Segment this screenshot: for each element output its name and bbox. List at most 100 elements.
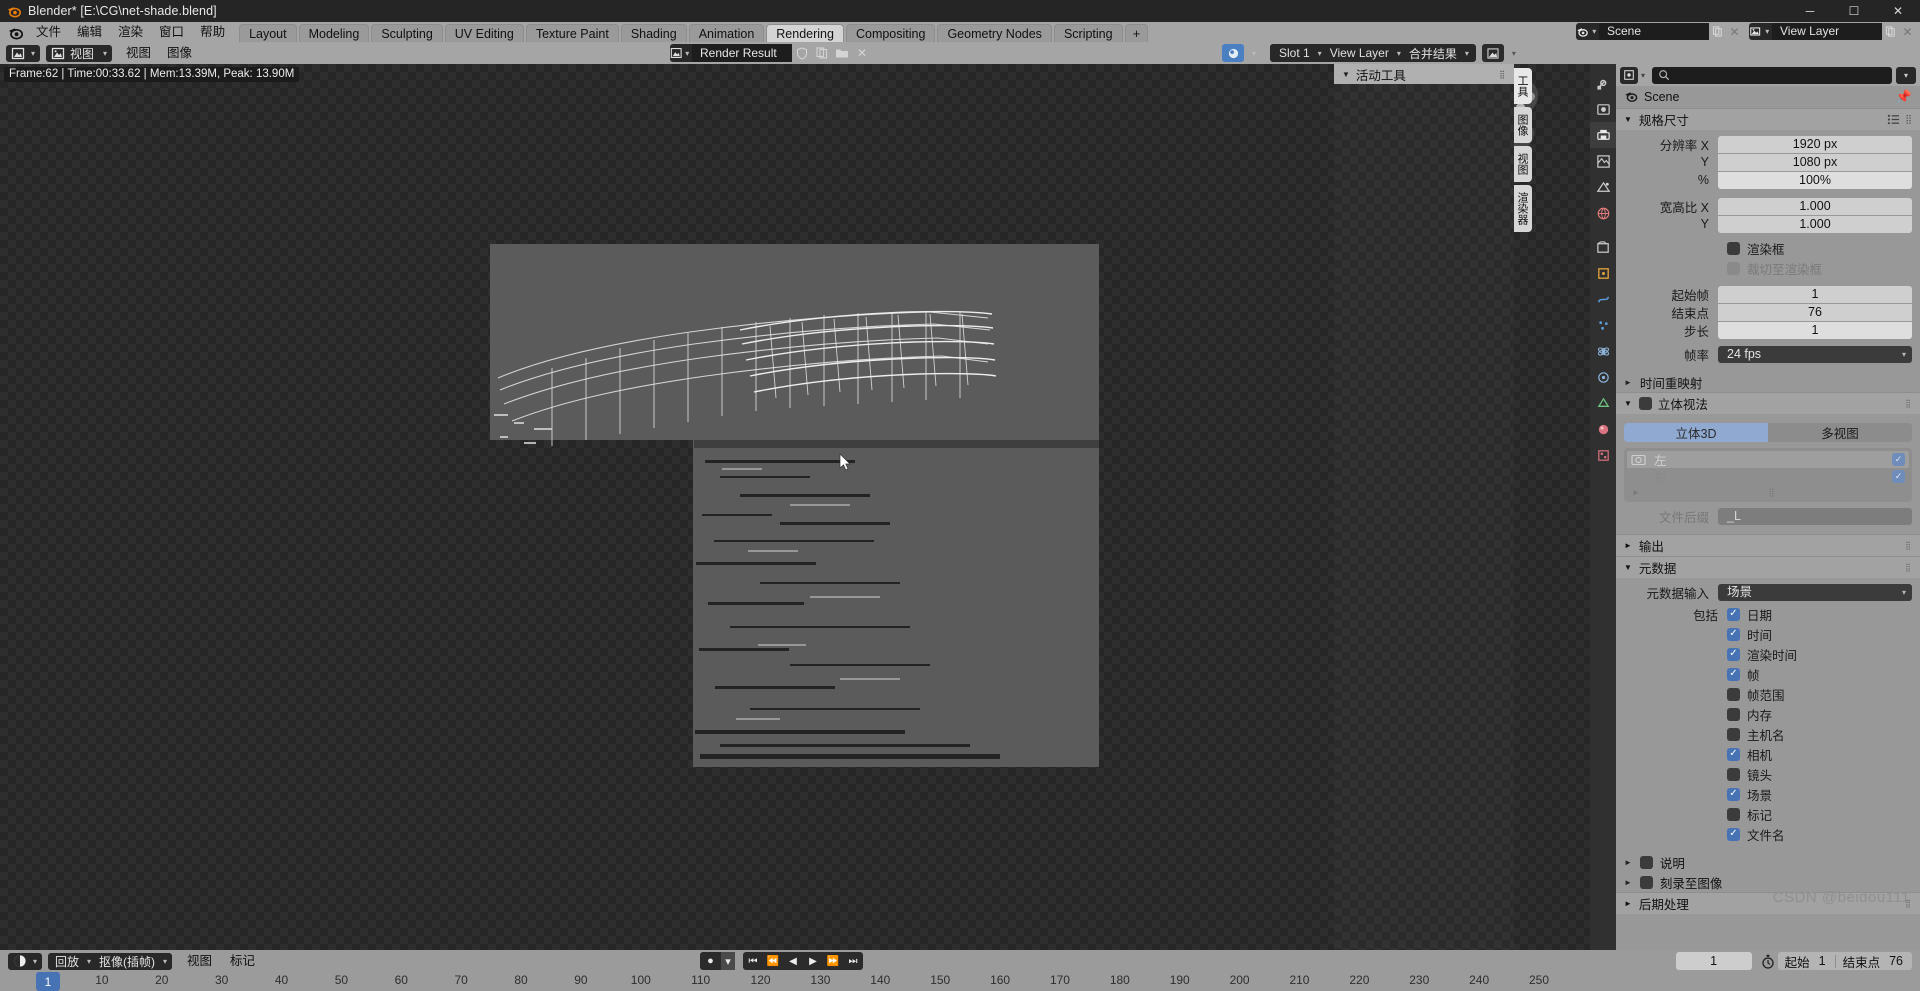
new-view-layer-icon[interactable] xyxy=(1882,23,1899,40)
metadata-note-subpanel[interactable]: ► 说明 xyxy=(1616,852,1920,872)
world-icon[interactable] xyxy=(1590,200,1616,226)
render-slot-value[interactable]: Slot 1 xyxy=(1274,46,1315,60)
timeline-menu-view[interactable]: 视图 xyxy=(178,950,221,972)
render-region-checkbox-row[interactable]: 渲染框 xyxy=(1624,239,1912,257)
scene-icon[interactable]: ▾ xyxy=(1576,23,1599,40)
list-resize-grip-icon[interactable]: ⣿ xyxy=(1769,488,1776,497)
metadata-date-checkbox[interactable]: ✓ xyxy=(1727,607,1740,621)
auto-key-icon[interactable] xyxy=(1758,952,1778,970)
metadata-include-render-time-row[interactable]: ✓ 渲染时间 xyxy=(1624,645,1912,663)
timeline-menu-marker[interactable]: 标记 xyxy=(221,950,264,972)
workspace-tab-animation[interactable]: Animation xyxy=(688,24,765,42)
playback-menu[interactable]: 回放 xyxy=(50,953,84,970)
play-icon[interactable]: ▶ xyxy=(803,952,823,970)
record-icon[interactable]: ● xyxy=(700,952,721,970)
metadata-panel-header[interactable]: ▼ 元数据 ⣿ xyxy=(1616,556,1920,578)
file-suffix-field[interactable]: _L xyxy=(1718,507,1912,525)
stereo-view-left-checkbox[interactable]: ✓ xyxy=(1892,453,1905,466)
render-pass-value[interactable]: 合并结果 xyxy=(1404,45,1462,62)
metadata-include-frame-row[interactable]: ✓ 帧 xyxy=(1624,665,1912,683)
sidebar-tab-renderer[interactable]: 渲染器 xyxy=(1514,185,1532,232)
view-layer-icon[interactable]: ▾ xyxy=(1749,23,1772,40)
close-icon[interactable]: ✕ xyxy=(852,44,872,62)
multiview-segment[interactable]: 多视图 xyxy=(1768,423,1912,442)
metadata-frame-checkbox[interactable]: ✓ xyxy=(1727,667,1740,681)
remove-view-layer-icon[interactable]: ✕ xyxy=(1899,23,1916,40)
texture-icon[interactable] xyxy=(1590,442,1616,468)
image-editor-viewport[interactable]: Frame:62 | Time:00:33.62 | Mem:13.39M, P… xyxy=(0,64,1590,950)
workspace-tab-uv-editing[interactable]: UV Editing xyxy=(444,24,524,42)
metadata-camera-checkbox[interactable]: ✓ xyxy=(1727,747,1740,761)
workspace-tab-sculpting[interactable]: Sculpting xyxy=(371,24,443,42)
metadata-hostname-checkbox[interactable] xyxy=(1727,727,1740,741)
record-options-caret-icon[interactable]: ▾ xyxy=(721,952,735,970)
timeline-editor-type-selector[interactable]: ▾ xyxy=(8,952,42,970)
frame-end-field[interactable]: 76 xyxy=(1718,303,1912,321)
physics-icon[interactable] xyxy=(1590,338,1616,364)
frame-start-value[interactable]: 1 xyxy=(1817,954,1835,968)
collection-icon[interactable] xyxy=(1590,234,1616,260)
metadata-input-dropdown[interactable]: 场景 ▾ xyxy=(1718,583,1912,601)
jump-to-end-icon[interactable]: ⏭ xyxy=(843,952,863,970)
workspace-tab-rendering[interactable]: Rendering xyxy=(766,24,844,42)
metadata-burn-checkbox[interactable] xyxy=(1639,875,1653,889)
pin-icon[interactable]: 📌 xyxy=(1896,89,1912,105)
render-region-checkbox[interactable] xyxy=(1727,241,1740,255)
workspace-tab-geometry-nodes[interactable]: Geometry Nodes xyxy=(937,24,1052,42)
metadata-include-hostname-row[interactable]: 主机名 xyxy=(1624,725,1912,743)
scene-icon[interactable] xyxy=(1590,174,1616,200)
workspace-tab-compositing[interactable]: Compositing xyxy=(845,24,936,42)
shield-icon[interactable] xyxy=(792,44,812,62)
view-layer-icon[interactable] xyxy=(1590,148,1616,174)
sidebar-tab-tool[interactable]: 工具 xyxy=(1514,68,1532,104)
particles-icon[interactable] xyxy=(1590,312,1616,338)
frame-start-field[interactable]: 1 xyxy=(1718,285,1912,303)
frame-end-value[interactable]: 76 xyxy=(1887,954,1912,968)
display-channels-icon[interactable] xyxy=(1481,44,1504,62)
minimize-button[interactable]: ─ xyxy=(1788,0,1832,22)
stereo-3d-segment[interactable]: 立体3D xyxy=(1624,423,1768,442)
jump-to-start-icon[interactable]: ⏮ xyxy=(743,952,763,970)
properties-search-input[interactable] xyxy=(1652,66,1892,84)
metadata-include-frame-range-row[interactable]: 帧范围 xyxy=(1624,685,1912,703)
sidebar-tab-view[interactable]: 视图 xyxy=(1514,146,1532,182)
timeline-ruler[interactable]: 1 10 20 30 40 50 60 70 80 90 100 110 120 130 140 150 16… xyxy=(0,972,1920,991)
unlink-scene-icon[interactable]: ✕ xyxy=(1726,23,1743,40)
workspace-tab-scripting[interactable]: Scripting xyxy=(1053,24,1123,42)
metadata-marker-checkbox[interactable] xyxy=(1727,807,1740,821)
close-button[interactable]: ✕ xyxy=(1876,0,1920,22)
new-image-icon[interactable] xyxy=(812,44,832,62)
menu-help[interactable]: 帮助 xyxy=(192,22,233,42)
browse-image-icon[interactable]: ▾ xyxy=(670,44,692,62)
modifier-icon[interactable] xyxy=(1590,286,1616,312)
resolution-y-field[interactable]: 1080 px xyxy=(1718,153,1912,171)
blender-menu-icon[interactable] xyxy=(6,23,24,41)
metadata-note-checkbox[interactable] xyxy=(1639,855,1653,869)
metadata-include-scene-row[interactable]: ✓ 场景 xyxy=(1624,785,1912,803)
output-icon[interactable] xyxy=(1590,122,1616,148)
keying-menu[interactable]: 抠像(插帧) xyxy=(94,953,160,970)
metadata-frame-range-checkbox[interactable] xyxy=(1727,687,1740,701)
output-panel-header[interactable]: ► 输出 ⣿ xyxy=(1616,534,1920,556)
jump-next-keyframe-icon[interactable]: ⏩ xyxy=(823,952,843,970)
metadata-include-time-row[interactable]: ✓ 时间 xyxy=(1624,625,1912,643)
image-name[interactable]: Render Result xyxy=(692,44,792,62)
properties-editor-type-icon[interactable] xyxy=(1620,66,1638,84)
playhead[interactable]: 1 xyxy=(36,972,60,991)
display-channels-caret-icon[interactable]: ▾ xyxy=(1504,44,1524,62)
new-scene-icon[interactable] xyxy=(1709,23,1726,40)
metadata-include-memory-row[interactable]: 内存 xyxy=(1624,705,1912,723)
metadata-memory-checkbox[interactable] xyxy=(1727,707,1740,721)
render-view-layer-value[interactable]: View Layer xyxy=(1325,46,1394,60)
format-panel-header[interactable]: ▼ 规格尺寸 ⣿ xyxy=(1616,108,1920,130)
aspect-y-field[interactable]: 1.000 xyxy=(1718,215,1912,233)
workspace-tab-texture-paint[interactable]: Texture Paint xyxy=(525,24,619,42)
image-menu-view[interactable]: 视图 xyxy=(118,42,159,64)
stereo-view-left-row[interactable]: 左 ✓ xyxy=(1627,451,1909,468)
editor-type-selector[interactable]: ▾ xyxy=(6,44,40,62)
render-engine-caret-icon[interactable]: ▾ xyxy=(1244,44,1264,62)
panel-options-icon[interactable]: ⣿ xyxy=(1887,114,1912,125)
metadata-include-camera-row[interactable]: ✓ 相机 xyxy=(1624,745,1912,763)
metadata-include-filename-row[interactable]: ✓ 文件名 xyxy=(1624,825,1912,843)
view-layer-name[interactable]: View Layer xyxy=(1772,23,1882,40)
